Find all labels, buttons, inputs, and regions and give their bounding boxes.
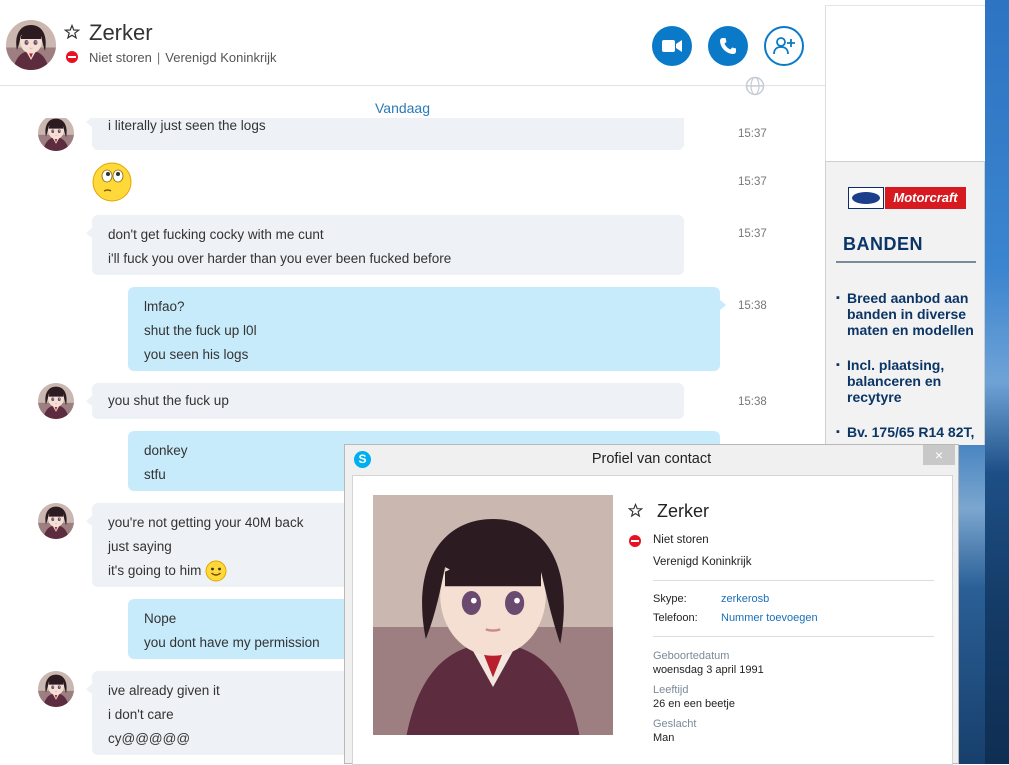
- desktop-wallpaper: [985, 0, 1009, 764]
- message-bubble-outgoing[interactable]: lmfao? shut the fuck up l0l you seen his…: [128, 287, 726, 371]
- contact-profile-dialog: S Profiel van contact × Zerker Niet stor…: [344, 444, 959, 765]
- gender-value: Man: [653, 732, 675, 744]
- birthday-value: woensdag 3 april 1991: [653, 664, 764, 676]
- audio-call-button[interactable]: [708, 26, 748, 66]
- message-time: 15:37: [738, 176, 767, 188]
- dialog-titlebar[interactable]: S Profiel van contact ×: [345, 445, 958, 475]
- message-text: lmfao?: [144, 299, 185, 314]
- sender-avatar[interactable]: [38, 383, 74, 419]
- message-time: 15:38: [738, 396, 767, 408]
- gender-label: Geslacht: [653, 718, 697, 730]
- skype-name-link[interactable]: zerkerosb: [721, 593, 769, 605]
- ad-bullet: Breed aanbod aan banden in diverse maten…: [836, 290, 984, 338]
- ad-divider: [836, 261, 976, 263]
- phone-label: Telefoon:: [653, 612, 698, 624]
- profile-divider: [653, 636, 934, 637]
- desktop-wallpaper-strip: [957, 445, 985, 764]
- profile-location: Verenigd Koninkrijk: [653, 556, 752, 568]
- status-separator: |: [156, 50, 161, 65]
- dialog-title: Profiel van contact: [591, 451, 712, 467]
- do-not-disturb-icon: [66, 51, 78, 63]
- skype-label: Skype:: [653, 593, 687, 605]
- message-text: you seen his logs: [144, 347, 249, 362]
- profile-divider: [653, 580, 934, 581]
- contact-avatar[interactable]: [6, 20, 56, 70]
- contact-name[interactable]: Zerker: [89, 20, 153, 46]
- ad-bullet: Incl. plaatsing, balanceren en recytyre: [836, 357, 984, 405]
- contact-location: Verenigd Koninkrijk: [165, 50, 277, 65]
- add-phone-link[interactable]: Nummer toevoegen: [721, 612, 818, 624]
- message-text: don't get fucking cocky with me cunt: [108, 227, 324, 242]
- ford-logo-icon: [848, 187, 884, 209]
- favorite-star-icon[interactable]: [64, 24, 80, 40]
- dialog-body: Zerker Niet storen Verenigd Koninkrijk S…: [352, 475, 953, 765]
- add-contact-icon: [773, 37, 795, 55]
- sender-avatar[interactable]: [38, 671, 74, 707]
- age-label: Leeftijd: [653, 684, 689, 696]
- video-call-icon: [662, 40, 682, 52]
- globe-icon[interactable]: [745, 76, 765, 96]
- message-bubble-incoming[interactable]: i literally just seen the logs: [86, 118, 684, 150]
- message-text: i literally just seen the logs: [108, 118, 266, 133]
- sender-avatar[interactable]: [38, 503, 74, 539]
- message-bubble-incoming[interactable]: you shut the fuck up: [86, 383, 684, 419]
- message-text: you shut the fuck up: [108, 393, 229, 408]
- ad-brand-name: Motorcraft: [885, 187, 966, 209]
- conversation-header: Zerker Niet storen | Verenigd Koninkrijk: [0, 6, 825, 86]
- message-time: 15:38: [738, 300, 767, 312]
- phone-icon: [720, 38, 736, 54]
- message-bubble-incoming[interactable]: don't get fucking cocky with me cunt i'l…: [86, 215, 684, 275]
- thinking-emoji: [92, 162, 132, 202]
- smile-emoji: [205, 560, 227, 582]
- video-call-button[interactable]: [652, 26, 692, 66]
- message-text: i'll fuck you over harder than you ever …: [108, 251, 452, 266]
- birthday-label: Geboortedatum: [653, 650, 730, 662]
- date-separator: Vandaag: [374, 100, 430, 116]
- ad-bullet: Bv. 175/65 R14 82T,: [836, 424, 984, 440]
- message-time: 15:37: [738, 228, 767, 240]
- do-not-disturb-icon: [629, 535, 641, 547]
- message-text: shut the fuck up l0l: [144, 323, 257, 338]
- age-value: 26 en een beetje: [653, 698, 735, 710]
- sender-avatar[interactable]: [38, 118, 74, 151]
- favorite-star-icon[interactable]: [628, 503, 643, 518]
- message-time: 15:37: [738, 128, 767, 140]
- contact-status-line: Niet storen | Verenigd Koninkrijk: [89, 50, 277, 65]
- dialog-close-button[interactable]: ×: [923, 445, 955, 465]
- ad-brand-logo: Motorcraft: [848, 187, 966, 209]
- contact-status: Niet storen: [89, 50, 152, 65]
- ad-title: BANDEN: [843, 234, 924, 254]
- profile-name: Zerker: [657, 501, 710, 521]
- profile-picture: [373, 495, 613, 735]
- profile-status: Niet storen: [653, 534, 709, 546]
- add-people-button[interactable]: [764, 26, 804, 66]
- message-text: it's going to him: [108, 563, 202, 578]
